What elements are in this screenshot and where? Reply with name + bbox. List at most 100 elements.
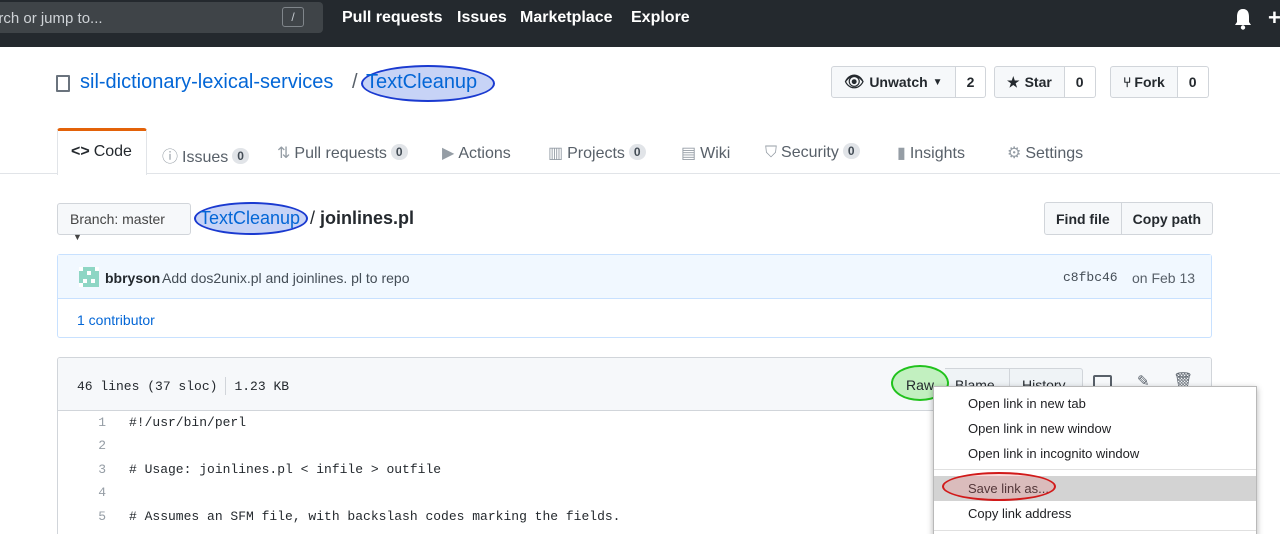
line-content: # Assumes an SFM file, with backslash co… [129, 509, 621, 524]
slash-shortcut-icon: / [282, 7, 304, 27]
fork-button[interactable]: ⑂ Fork [1110, 66, 1178, 98]
raw-button[interactable]: Raw [906, 377, 934, 393]
tab-code[interactable]: <> Code [71, 143, 132, 161]
fork-group: ⑂ Fork 0 [1110, 66, 1209, 98]
unwatch-button[interactable]: 👁 Unwatch ▼ [831, 66, 956, 98]
tab-issues[interactable]: ⓘ Issues 0 [162, 143, 249, 167]
fork-icon: ⑂ [1123, 74, 1132, 90]
project-icon: ▥ [548, 145, 564, 162]
tab-pull-requests-count: 0 [390, 144, 408, 160]
menu-open-new-window[interactable]: Open link in new window [934, 416, 1256, 441]
line-count: 46 lines (37 sloc) [77, 379, 218, 394]
file-info: 46 lines (37 sloc) 1.23 KB [77, 377, 289, 395]
line-content: # Usage: joinlines.pl < infile > outfile [129, 462, 442, 477]
breadcrumb: / joinlines.pl [310, 208, 414, 229]
tab-code-label: Code [93, 143, 132, 160]
menu-copy-link-address[interactable]: Copy link address [934, 501, 1256, 526]
file-size: 1.23 KB [234, 379, 290, 394]
nav-marketplace[interactable]: Marketplace [520, 9, 613, 27]
menu-divider [934, 530, 1256, 531]
star-button[interactable]: ★ Star [994, 66, 1065, 98]
watch-group: 👁 Unwatch ▼ 2 [831, 66, 987, 98]
line-content: #!/usr/bin/perl [129, 415, 247, 430]
star-group: ★ Star 0 [994, 66, 1096, 98]
tab-security-label: Security [781, 144, 839, 161]
commit-date: on Feb 13 [1132, 270, 1196, 286]
plus-icon[interactable]: + [1268, 5, 1280, 31]
breadcrumb-file: joinlines.pl [320, 208, 415, 228]
tab-issues-label: Issues [182, 149, 229, 166]
repo-name-link[interactable]: TextCleanup [366, 71, 477, 94]
branch-label: Branch: master [70, 211, 165, 227]
tab-security[interactable]: ⛉ Security 0 [765, 143, 860, 162]
tab-projects-count: 0 [628, 144, 646, 160]
tab-security-count: 0 [842, 143, 860, 159]
tab-wiki[interactable]: ▤ Wiki [681, 143, 730, 163]
play-icon: ▶ [442, 145, 455, 162]
watch-count[interactable]: 2 [955, 66, 987, 98]
tab-actions[interactable]: ▶ Actions [442, 143, 511, 163]
star-label: Star [1024, 74, 1052, 90]
menu-open-incognito[interactable]: Open link in incognito window [934, 441, 1256, 466]
tab-wiki-label: Wiki [700, 145, 731, 162]
eye-icon: 👁 [844, 74, 865, 91]
tab-insights[interactable]: ▮ Insights [897, 143, 965, 163]
repo-owner-link[interactable]: sil-dictionary-lexical-services [80, 71, 333, 94]
contributors-link[interactable]: 1 contributor [77, 312, 155, 328]
line-number[interactable]: 3 [58, 462, 106, 477]
find-file-button[interactable]: Find file [1044, 202, 1122, 235]
search-input[interactable]: arch or jump to... / [0, 2, 323, 33]
tab-issues-count: 0 [232, 148, 249, 164]
commit-message-link[interactable]: Add dos2unix.pl and joinlines. pl to rep… [162, 270, 410, 286]
caret-down-icon: ▼ [73, 232, 82, 242]
bell-icon[interactable] [1233, 8, 1253, 30]
avatar[interactable] [79, 267, 99, 287]
commit-author-link[interactable]: bbryson [105, 270, 160, 286]
star-icon: ★ [1007, 73, 1020, 90]
gear-icon: ⚙ [1007, 145, 1022, 162]
tab-projects-label: Projects [567, 145, 625, 162]
code-icon: <> [71, 143, 90, 160]
menu-divider [934, 469, 1256, 470]
caret-down-icon: ▼ [932, 76, 943, 88]
tab-projects[interactable]: ▥ Projects 0 [548, 143, 646, 163]
nav-explore[interactable]: Explore [631, 9, 690, 27]
unwatch-label: Unwatch [869, 74, 928, 90]
copy-path-button[interactable]: Copy path [1121, 202, 1214, 235]
graph-icon: ▮ [897, 145, 906, 162]
fork-label: Fork [1134, 74, 1165, 90]
line-number[interactable]: 5 [58, 509, 106, 524]
line-number[interactable]: 1 [58, 415, 106, 430]
repo-icon [56, 75, 70, 92]
line-number[interactable]: 4 [58, 485, 106, 500]
nav-pull-requests[interactable]: Pull requests [342, 9, 442, 27]
tab-pull-requests[interactable]: ⇅ Pull requests 0 [277, 143, 408, 163]
line-number[interactable]: 2 [58, 438, 106, 453]
breadcrumb-separator: / [310, 208, 321, 228]
commit-sha-link[interactable]: c8fbc46 [1063, 270, 1118, 285]
save-link-annotation [942, 472, 1056, 501]
context-menu: Open link in new tab Open link in new wi… [933, 386, 1257, 534]
global-header: arch or jump to... / Pull requests Issue… [0, 0, 1280, 47]
shield-icon: ⛉ [765, 144, 778, 161]
search-placeholder: arch or jump to... [0, 10, 103, 27]
star-count[interactable]: 0 [1064, 66, 1096, 98]
fork-count[interactable]: 0 [1177, 66, 1209, 98]
branch-select-button[interactable]: Branch: master ▼ [57, 203, 191, 242]
issue-icon: ⓘ [162, 149, 179, 166]
tab-insights-label: Insights [909, 145, 965, 162]
commit-box: bbryson Add dos2unix.pl and joinlines. p… [57, 254, 1212, 338]
book-icon: ▤ [681, 145, 697, 162]
tab-settings-label: Settings [1025, 145, 1084, 162]
tab-settings[interactable]: ⚙ Settings [1007, 143, 1083, 163]
tabs-divider [0, 173, 1280, 174]
commit-header: bbryson Add dos2unix.pl and joinlines. p… [58, 255, 1211, 299]
repo-separator: / [352, 71, 358, 93]
pull-request-icon: ⇅ [277, 145, 291, 162]
breadcrumb-repo-link[interactable]: TextCleanup [200, 208, 300, 229]
tab-pull-requests-label: Pull requests [294, 145, 387, 162]
menu-open-new-tab[interactable]: Open link in new tab [934, 391, 1256, 416]
tab-actions-label: Actions [458, 145, 511, 162]
nav-issues[interactable]: Issues [457, 9, 507, 27]
file-actions: Find file Copy path [1044, 202, 1214, 235]
